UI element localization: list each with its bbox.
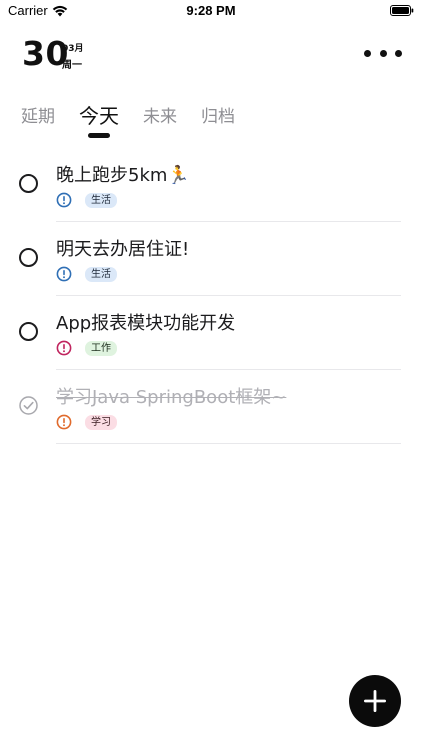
checkbox-circle-icon[interactable]: [19, 248, 38, 267]
checkbox-circle-icon[interactable]: [19, 322, 38, 341]
task-row[interactable]: 明天去办居住证! 生活: [0, 222, 422, 296]
priority-alert-icon: [56, 192, 72, 208]
task-title: 明天去办居住证!: [56, 239, 190, 260]
task-meta: 生活: [56, 192, 117, 208]
clock: 9:28 PM: [186, 3, 236, 18]
priority-alert-icon: [56, 340, 72, 356]
priority-alert-icon: [56, 266, 72, 282]
plus-icon: [364, 690, 386, 712]
checkbox-circle-icon[interactable]: [19, 174, 38, 193]
tab-today[interactable]: 今天: [79, 103, 119, 144]
date-header: 30 03月 周一: [22, 36, 402, 74]
task-title: App报表模块功能开发: [56, 313, 236, 334]
task-row[interactable]: 晚上跑步5km🏃 生活: [0, 148, 422, 222]
today-tasks-screen: Carrier 9:28 PM 30 03月 周一 延期 今天 未来 归档 晚上…: [0, 0, 422, 750]
more-icon: [364, 49, 371, 57]
task-row[interactable]: App报表模块功能开发 工作: [0, 296, 422, 370]
tag-badge[interactable]: 生活: [85, 192, 117, 208]
month-label: 03月: [62, 44, 84, 54]
tab-postponed[interactable]: 延期: [21, 104, 55, 144]
priority-alert-icon: [56, 414, 72, 430]
tag-badge[interactable]: 生活: [85, 266, 117, 282]
task-meta: 学习: [56, 414, 117, 430]
task-list: 晚上跑步5km🏃 生活 明天去办居住证! 生活 App报表模块功能开发 工作 学…: [0, 148, 422, 444]
task-meta: 工作: [56, 340, 117, 356]
checkmark-circle-icon[interactable]: [19, 396, 38, 415]
task-row-completed[interactable]: 学习Java SpringBoot框架~ 学习: [0, 370, 422, 444]
tab-bar: 延期 今天 未来 归档: [21, 104, 259, 144]
status-bar: Carrier 9:28 PM: [0, 0, 422, 22]
task-title: 晚上跑步5km🏃: [56, 165, 190, 186]
tag-badge[interactable]: 学习: [85, 414, 117, 430]
weekday-label: 周一: [62, 60, 82, 71]
tab-future[interactable]: 未来: [143, 104, 177, 144]
tab-today-label: 今天: [79, 104, 119, 128]
tab-archive[interactable]: 归档: [201, 104, 235, 144]
tag-badge[interactable]: 工作: [85, 340, 117, 356]
task-title: 学习Java SpringBoot框架~: [56, 387, 287, 408]
more-button[interactable]: [364, 46, 402, 60]
task-meta: 生活: [56, 266, 117, 282]
active-tab-indicator: [88, 133, 110, 138]
add-task-button[interactable]: [349, 675, 401, 727]
battery-icon: [390, 5, 414, 16]
